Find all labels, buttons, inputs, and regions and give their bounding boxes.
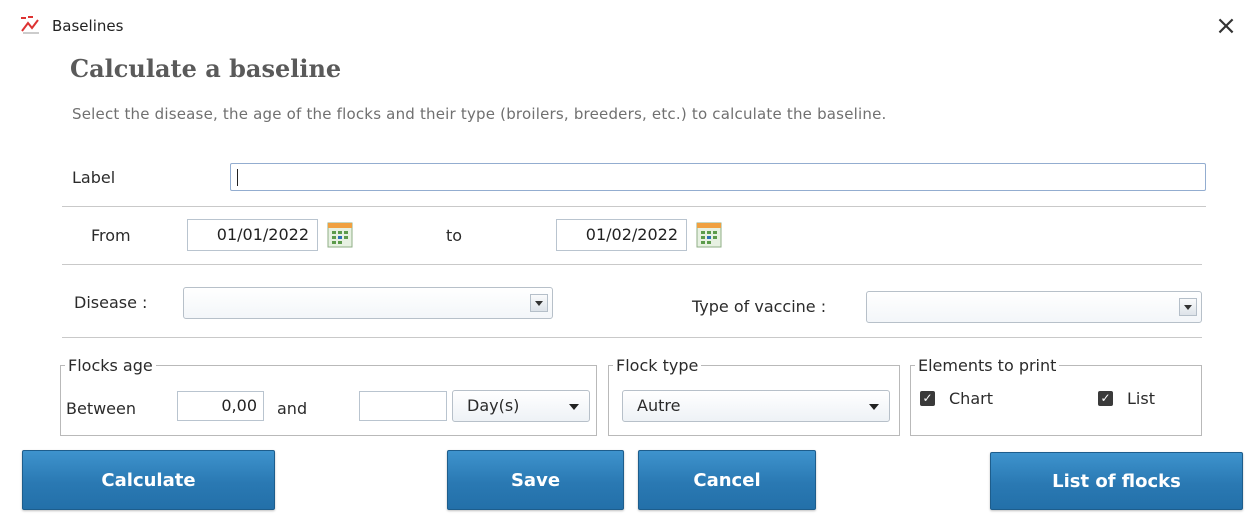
flock-type-select[interactable]: Autre (622, 390, 890, 422)
chevron-down-icon[interactable] (569, 404, 579, 410)
calendar-icon[interactable] (327, 222, 353, 248)
calendar-icon[interactable] (696, 222, 722, 248)
and-label: and (277, 399, 308, 418)
divider (62, 264, 1202, 265)
window-title: Baselines (52, 17, 124, 35)
close-icon[interactable]: × (1212, 12, 1240, 40)
disease-select[interactable] (183, 287, 553, 319)
to-date-input[interactable]: 01/02/2022 (556, 219, 687, 251)
elements-to-print-legend: Elements to print (918, 356, 1057, 375)
chevron-down-icon[interactable] (869, 404, 879, 410)
label-input[interactable] (230, 163, 1206, 191)
vaccine-label: Type of vaccine : (692, 297, 827, 316)
list-checkbox[interactable]: ✓ (1098, 391, 1113, 406)
chevron-down-icon[interactable] (1179, 298, 1197, 316)
label-field-label: Label (72, 168, 116, 187)
chart-label: Chart (949, 389, 993, 408)
age-max-input[interactable] (359, 391, 447, 421)
from-date-input[interactable]: 01/01/2022 (187, 219, 318, 251)
flock-type-legend: Flock type (616, 356, 699, 375)
baselines-app-icon (21, 16, 39, 34)
page-description: Select the disease, the age of the flock… (72, 105, 887, 123)
text-caret (237, 169, 238, 186)
flocks-age-legend: Flocks age (68, 356, 153, 375)
age-unit-value: Day(s) (467, 396, 520, 415)
divider (62, 206, 1206, 207)
vaccine-select[interactable] (866, 291, 1202, 323)
page-title: Calculate a baseline (70, 54, 342, 83)
from-label: From (91, 226, 131, 245)
save-button[interactable]: Save (447, 450, 624, 510)
list-of-flocks-button[interactable]: List of flocks (990, 452, 1243, 510)
disease-label: Disease : (74, 293, 148, 312)
age-unit-select[interactable]: Day(s) (452, 390, 590, 422)
age-min-input[interactable]: 0,00 (177, 391, 264, 421)
cancel-button[interactable]: Cancel (638, 450, 816, 510)
to-label: to (446, 226, 463, 245)
chevron-down-icon[interactable] (530, 294, 548, 312)
chart-checkbox[interactable]: ✓ (920, 391, 935, 406)
flock-type-value: Autre (637, 396, 681, 415)
list-label: List (1127, 389, 1155, 408)
calculate-button[interactable]: Calculate (22, 450, 275, 510)
between-label: Between (66, 399, 137, 418)
divider (62, 337, 1202, 338)
